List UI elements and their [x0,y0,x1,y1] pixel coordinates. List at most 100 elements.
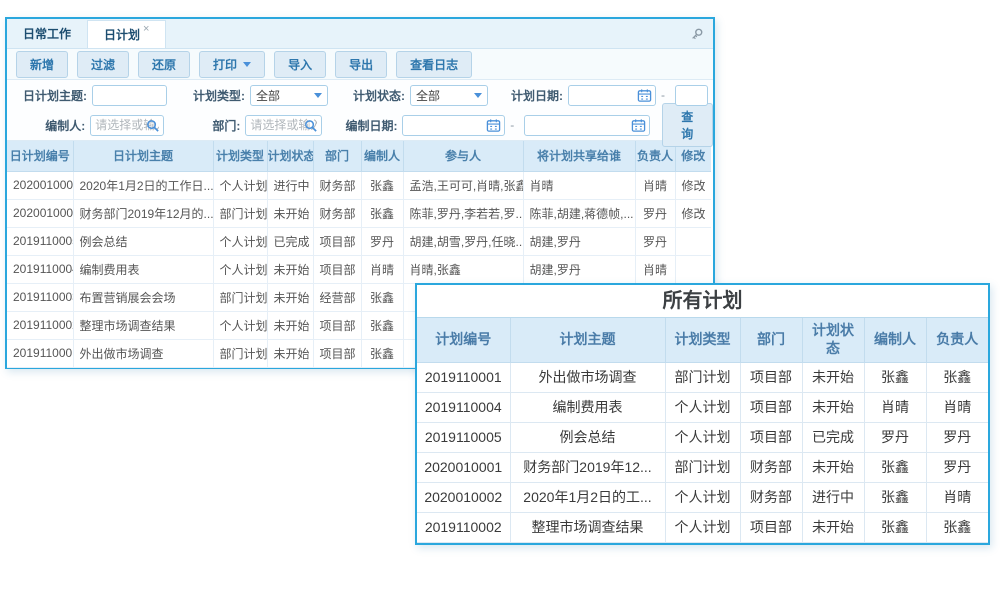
plan-status-cell: 未开始 [802,362,864,392]
plan-id-link[interactable]: 2019110002 [7,311,73,339]
print-button[interactable]: 打印 [199,51,265,78]
plan-type-cell: 个人计划 [213,227,267,255]
caret-down-icon [243,62,251,67]
plan-id-link[interactable]: 2019110003 [7,283,73,311]
plan-subject-link[interactable]: 整理市场调查结果 [73,311,213,339]
key-icon[interactable] [690,27,704,41]
tab-daily-work[interactable]: 日常工作 [7,20,87,48]
create-date-to-input[interactable] [524,115,649,136]
plan-date-label: 计划日期: [501,87,563,104]
plan-subject-cell: 编制费用表 [510,392,665,422]
plan-owner-link[interactable]: 肖晴 [635,171,675,199]
col-dept[interactable]: 部门 [313,141,361,171]
col-status[interactable]: 计划状态 [267,141,313,171]
plan-dept-cell: 项目部 [313,339,361,367]
col-creator[interactable]: 编制人 [361,141,403,171]
plan-status-cell: 未开始 [267,255,313,283]
plan-owner-cell: 张鑫 [926,512,988,542]
filter-panel: 日计划主题: 计划类型: 全部 计划状态: 全部 计划日期: - 编制人: 部门… [7,80,713,141]
table-header-row: 计划编号 计划主题 计划类型 部门 计划状态 编制人 负责人 [417,318,988,362]
modify-link[interactable] [675,227,711,255]
modify-link[interactable] [675,255,711,283]
plan-dept-cell: 项目部 [740,422,802,452]
table-row: 2019110004 编制费用表 个人计划 项目部 未开始 肖晴 肖晴 [417,392,988,422]
calendar-icon[interactable] [631,118,646,133]
plan-dept-cell: 项目部 [313,311,361,339]
creator-input[interactable] [90,115,163,136]
plan-owner-cell: 罗丹 [926,422,988,452]
subject-input[interactable] [92,85,167,106]
plan-subject-link[interactable]: 例会总结 [73,227,213,255]
new-button[interactable]: 新增 [16,51,68,78]
calendar-icon[interactable] [486,118,501,133]
plan-date-to-field[interactable] [676,86,707,105]
plan-subject-link[interactable]: 2020年1月2日的工作日... [73,171,213,199]
create-date-label: 编制日期: [337,117,398,134]
col-subject[interactable]: 日计划主题 [73,141,213,171]
plan-share-cell: 胡建,罗丹 [523,255,635,283]
import-button[interactable]: 导入 [274,51,326,78]
plan-subject-link[interactable]: 编制费用表 [73,255,213,283]
subject-input-field[interactable] [93,86,166,105]
plan-owner-link[interactable]: 罗丹 [635,199,675,227]
plan-date-from-input[interactable] [568,85,656,106]
plan-dept-cell: 财务部 [740,482,802,512]
col-status: 计划状态 [802,318,864,362]
table-row: 2020010002 2020年1月2日的工... 个人计划 财务部 进行中 张… [417,482,988,512]
col-creator: 编制人 [864,318,926,362]
plan-subject-link[interactable]: 布置营销展会会场 [73,283,213,311]
col-share-with[interactable]: 将计划共享给谁 [523,141,635,171]
plan-subject-link[interactable]: 财务部门2019年12月的... [73,199,213,227]
plan-status-select[interactable]: 全部 [410,85,488,106]
col-dept: 部门 [740,318,802,362]
plan-participants-cell: 陈菲,罗丹,李若若,罗... [403,199,523,227]
tab-daily-plan[interactable]: 日计划× [87,20,166,48]
plan-id-link[interactable]: 2019110005 [7,227,73,255]
col-participants[interactable]: 参与人 [403,141,523,171]
plan-date-to-input[interactable] [675,85,708,106]
plan-subject-cell: 外出做市场调查 [510,362,665,392]
modify-link[interactable]: 修改 [675,171,711,199]
search-button[interactable]: 查询 [662,103,714,147]
table-row[interactable]: 2020010001 财务部门2019年12月的... 部门计划 未开始 财务部… [7,199,711,227]
col-type: 计划类型 [665,318,740,362]
plan-id-link[interactable]: 2020010002 [7,171,73,199]
view-log-button[interactable]: 查看日志 [396,51,472,78]
table-row[interactable]: 2020010002 2020年1月2日的工作日... 个人计划 进行中 财务部… [7,171,711,199]
plan-id-link[interactable]: 2019110001 [7,339,73,367]
plan-type-cell: 部门计划 [665,452,740,482]
plan-id-link[interactable]: 2020010001 [7,199,73,227]
export-button[interactable]: 导出 [335,51,387,78]
col-type[interactable]: 计划类型 [213,141,267,171]
table-row[interactable]: 2019110004 编制费用表 个人计划 未开始 项目部 肖晴 肖晴,张鑫 胡… [7,255,711,283]
calendar-icon[interactable] [637,88,652,103]
plan-share-cell: 陈菲,胡建,蒋德帧,... [523,199,635,227]
magnifier-icon[interactable] [145,118,160,133]
plan-subject-link[interactable]: 外出做市场调查 [73,339,213,367]
button-label: 过滤 [91,56,115,73]
filter-button[interactable]: 过滤 [77,51,129,78]
dept-input[interactable] [245,115,321,136]
plan-owner-link[interactable]: 肖晴 [635,255,675,283]
plan-subject-cell: 例会总结 [510,422,665,452]
plan-creator-cell: 张鑫 [361,171,403,199]
plan-id-cell: 2020010001 [417,452,510,482]
table-row: 2019110005 例会总结 个人计划 项目部 已完成 罗丹 罗丹 [417,422,988,452]
plan-dept-cell: 项目部 [740,392,802,422]
plan-id-link[interactable]: 2019110004 [7,255,73,283]
restore-button[interactable]: 还原 [138,51,190,78]
create-date-from-input[interactable] [402,115,505,136]
plan-creator-cell: 张鑫 [361,199,403,227]
plan-creator-cell: 张鑫 [361,283,403,311]
plan-owner-link[interactable]: 罗丹 [635,227,675,255]
col-plan-id[interactable]: 日计划编号 [7,141,73,171]
modify-link[interactable]: 修改 [675,199,711,227]
filter-row-2: 编制人: 部门: 编制日期: - 查询 [7,110,713,140]
col-owner: 负责人 [926,318,988,362]
magnifier-icon[interactable] [303,118,318,133]
close-icon[interactable]: × [143,23,149,35]
plan-type-select[interactable]: 全部 [250,85,328,106]
table-row[interactable]: 2019110005 例会总结 个人计划 已完成 项目部 罗丹 胡建,胡雪,罗丹… [7,227,711,255]
all-plans-title: 所有计划 [417,285,988,318]
plan-id-cell: 2019110005 [417,422,510,452]
